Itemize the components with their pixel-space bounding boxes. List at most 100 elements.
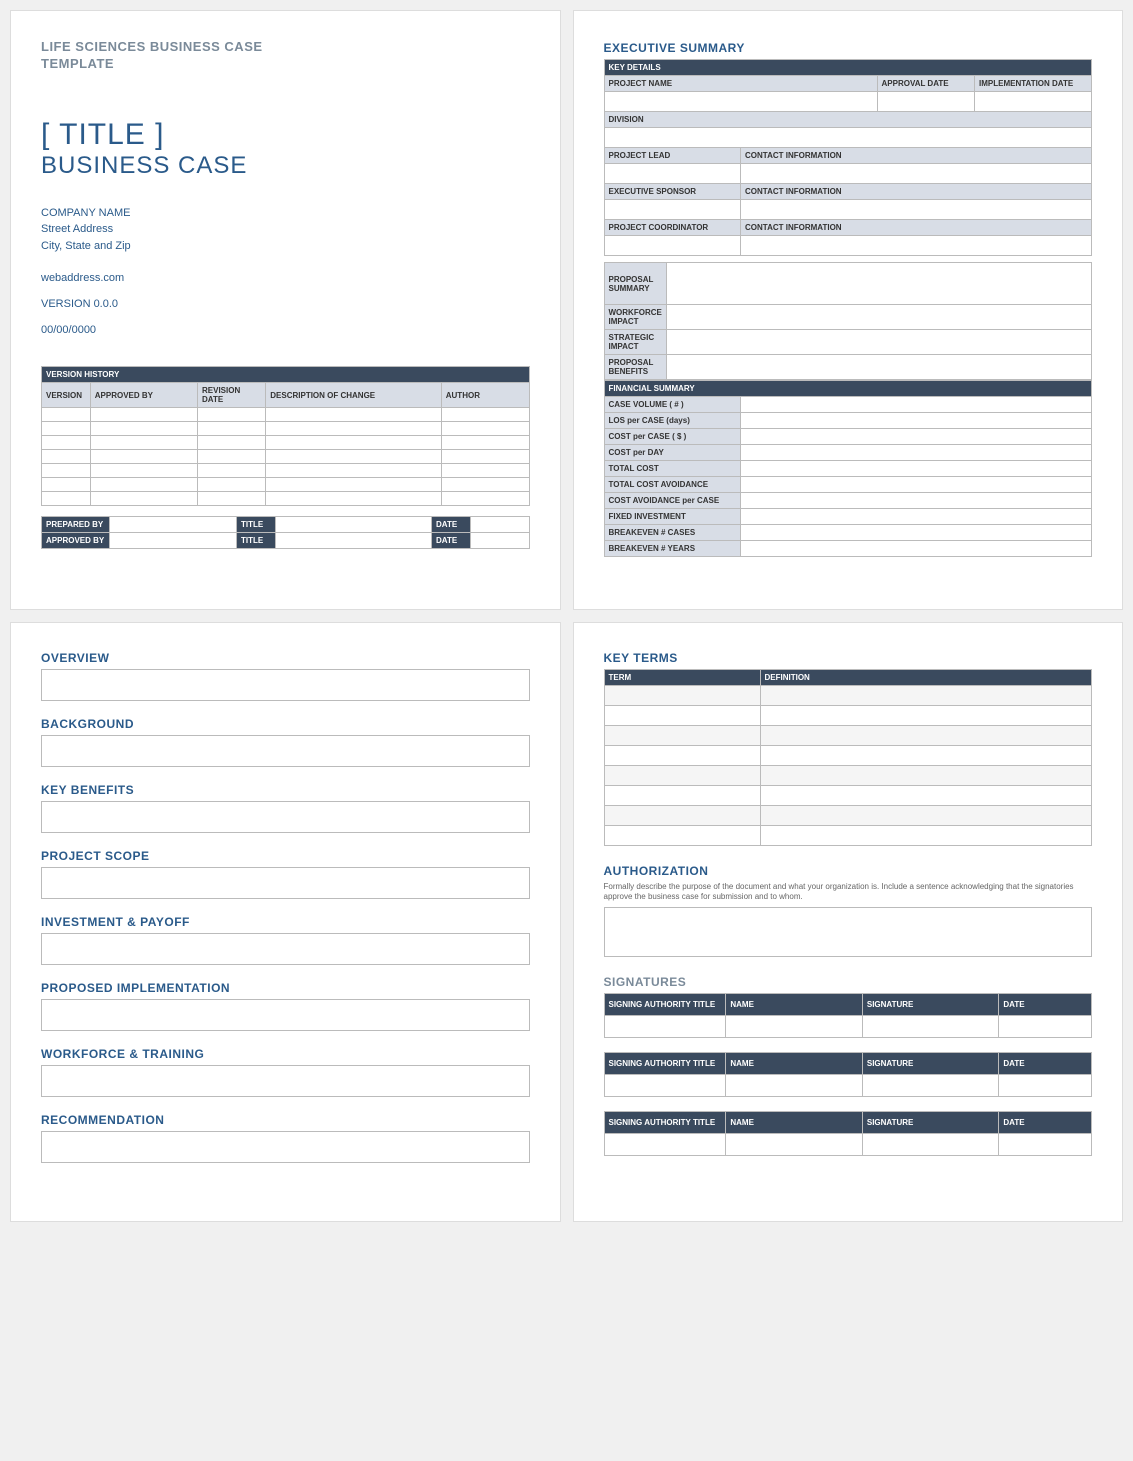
term-col: TERM [604, 670, 760, 686]
table-row [604, 1133, 1092, 1155]
authorization-box [604, 907, 1093, 957]
sig-signature-col: SIGNATURE [862, 993, 999, 1015]
table-row [604, 92, 1092, 112]
impl-date-label: IMPLEMENTATION DATE [975, 76, 1092, 92]
title-value-2 [276, 533, 432, 549]
cost-avoidance-per-case-label: COST AVOIDANCE per CASE [604, 493, 741, 509]
col-approved: APPROVED BY [90, 383, 197, 408]
breakeven-cases-label: BREAKEVEN # CASES [604, 525, 741, 541]
table-row [42, 492, 530, 506]
definition-col: DEFINITION [760, 670, 1092, 686]
breakeven-years-label: BREAKEVEN # YEARS [604, 541, 741, 557]
table-row [604, 746, 1092, 766]
date-label-2: DATE [432, 533, 471, 549]
table-row [604, 726, 1092, 746]
proposal-summary-label: PROPOSAL SUMMARY [604, 263, 666, 305]
signoff-table: PREPARED BY TITLE DATE APPROVED BY TITLE… [41, 516, 530, 549]
sig-name-col: NAME [726, 1052, 863, 1074]
overview-heading: OVERVIEW [41, 651, 530, 665]
street-address: Street Address [41, 221, 530, 238]
cost-per-case-label: COST per CASE ( $ ) [604, 429, 741, 445]
table-row [604, 236, 1092, 256]
signatures-heading: SIGNATURES [604, 975, 1093, 989]
recommendation-box [41, 1131, 530, 1163]
exec-sponsor-label: EXECUTIVE SPONSOR [604, 184, 741, 200]
template-label-line1: LIFE SCIENCES BUSINESS CASE [41, 39, 263, 54]
title-label-1: TITLE [237, 517, 276, 533]
workforce-impact-label: WORKFORCE IMPACT [604, 305, 666, 330]
key-benefits-box [41, 801, 530, 833]
overview-box [41, 669, 530, 701]
table-row [604, 200, 1092, 220]
contact-info-label-3: CONTACT INFORMATION [741, 220, 1092, 236]
page-3-sections: OVERVIEW BACKGROUND KEY BENEFITS PROJECT… [10, 622, 561, 1222]
table-row [42, 478, 530, 492]
fixed-investment-label: FIXED INVESTMENT [604, 509, 741, 525]
authorization-heading: AUTHORIZATION [604, 864, 1093, 878]
city-state-zip: City, State and Zip [41, 238, 530, 255]
page-4-terms-auth: KEY TERMS TERM DEFINITION AUTHORIZATION … [573, 622, 1124, 1222]
table-row [604, 786, 1092, 806]
version-history-table: VERSION HISTORY VERSION APPROVED BY REVI… [41, 366, 530, 506]
exec-summary-heading: EXECUTIVE SUMMARY [604, 41, 1093, 55]
proposed-impl-box [41, 999, 530, 1031]
recommendation-heading: RECOMMENDATION [41, 1113, 530, 1127]
signature-block-1: SIGNING AUTHORITY TITLE NAME SIGNATURE D… [604, 993, 1093, 1038]
background-box [41, 735, 530, 767]
company-name: COMPANY NAME [41, 205, 530, 222]
table-row [604, 826, 1092, 846]
workforce-training-heading: WORKFORCE & TRAINING [41, 1047, 530, 1061]
signature-block-2: SIGNING AUTHORITY TITLE NAME SIGNATURE D… [604, 1052, 1093, 1097]
col-revdate: REVISION DATE [198, 383, 266, 408]
table-row [604, 706, 1092, 726]
table-row [604, 128, 1092, 148]
signature-block-3: SIGNING AUTHORITY TITLE NAME SIGNATURE D… [604, 1111, 1093, 1156]
sig-name-col: NAME [726, 993, 863, 1015]
page-2-executive-summary: EXECUTIVE SUMMARY KEY DETAILS PROJECT NA… [573, 10, 1124, 610]
total-cost-label: TOTAL COST [604, 461, 741, 477]
investment-payoff-box [41, 933, 530, 965]
table-row [604, 686, 1092, 706]
table-row [604, 766, 1092, 786]
proposed-impl-heading: PROPOSED IMPLEMENTATION [41, 981, 530, 995]
title-block: [ TITLE ] BUSINESS CASE [41, 118, 530, 180]
approved-by-label: APPROVED BY [42, 533, 110, 549]
workforce-training-box [41, 1065, 530, 1097]
date-label: 00/00/0000 [41, 324, 530, 336]
sig-signature-col: SIGNATURE [862, 1111, 999, 1133]
col-version: VERSION [42, 383, 91, 408]
date-value-1 [471, 517, 530, 533]
version-label: VERSION 0.0.0 [41, 298, 530, 310]
doc-subtitle: BUSINESS CASE [41, 152, 530, 180]
web-address: webaddress.com [41, 272, 530, 284]
sig-signature-col: SIGNATURE [862, 1052, 999, 1074]
key-terms-heading: KEY TERMS [604, 651, 1093, 665]
table-row [604, 164, 1092, 184]
proposal-table: PROPOSAL SUMMARY WORKFORCE IMPACT STRATE… [604, 262, 1093, 380]
cost-per-day-label: COST per DAY [604, 445, 741, 461]
prepared-by-value [110, 517, 237, 533]
investment-payoff-heading: INVESTMENT & PAYOFF [41, 915, 530, 929]
background-heading: BACKGROUND [41, 717, 530, 731]
los-per-case-label: LOS per CASE (days) [604, 413, 741, 429]
version-history-title: VERSION HISTORY [42, 367, 530, 383]
table-row [42, 422, 530, 436]
sig-date-col: DATE [999, 1052, 1092, 1074]
key-details-table: KEY DETAILS PROJECT NAME APPROVAL DATE I… [604, 59, 1093, 256]
sig-title-col: SIGNING AUTHORITY TITLE [604, 1052, 726, 1074]
col-author: AUTHOR [441, 383, 529, 408]
financial-summary-title: FINANCIAL SUMMARY [604, 381, 1092, 397]
contact-info-label-2: CONTACT INFORMATION [741, 184, 1092, 200]
title-value-1 [276, 517, 432, 533]
financial-summary-table: FINANCIAL SUMMARY CASE VOLUME ( # ) LOS … [604, 380, 1093, 557]
approved-by-value [110, 533, 237, 549]
doc-title: [ TITLE ] [41, 118, 530, 152]
key-details-title: KEY DETAILS [604, 60, 1092, 76]
project-scope-heading: PROJECT SCOPE [41, 849, 530, 863]
project-scope-box [41, 867, 530, 899]
table-row [604, 806, 1092, 826]
template-label-line2: TEMPLATE [41, 56, 114, 71]
authorization-note: Formally describe the purpose of the doc… [604, 882, 1093, 903]
company-block: COMPANY NAME Street Address City, State … [41, 205, 530, 255]
table-row [42, 450, 530, 464]
